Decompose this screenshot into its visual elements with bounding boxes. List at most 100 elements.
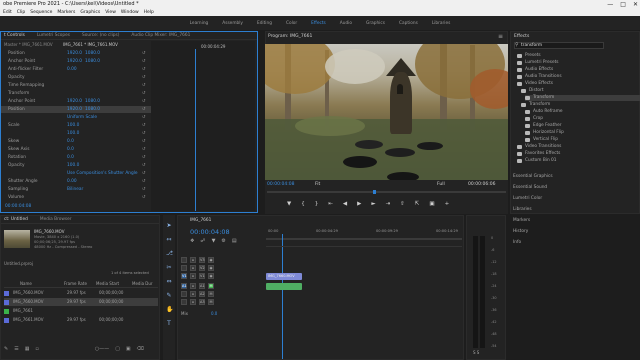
- reset-icon[interactable]: ↺: [142, 194, 146, 201]
- tab-media-browser[interactable]: Media Browser: [40, 216, 72, 223]
- timeline-playhead[interactable]: [282, 234, 283, 359]
- tab-project[interactable]: ct: Untitled: [4, 216, 28, 223]
- workspace-editing[interactable]: Editing: [257, 21, 272, 26]
- menu-edit[interactable]: Edit: [3, 9, 12, 16]
- reset-icon[interactable]: ↺: [142, 186, 146, 193]
- track-id[interactable]: V3: [199, 257, 205, 263]
- lumetri-color-tab[interactable]: Lumetri Color: [513, 196, 542, 201]
- lock-icon[interactable]: ⌂: [190, 283, 196, 289]
- param-value[interactable]: 100.0: [67, 130, 79, 137]
- add-button-icon[interactable]: +: [445, 201, 450, 207]
- param-value[interactable]: 100.0: [67, 122, 79, 129]
- effects-tree-item[interactable]: Audio Transitions: [517, 74, 562, 80]
- workspace-learning[interactable]: Learning: [190, 21, 209, 26]
- program-video-frame[interactable]: [265, 44, 508, 180]
- lock-icon[interactable]: ⌂: [190, 299, 196, 305]
- param-value[interactable]: 1920.0: [67, 98, 82, 105]
- source-patch[interactable]: [181, 299, 187, 305]
- sequence-clip-label[interactable]: IMG_7661 * IMG_7661.MOV: [63, 42, 118, 47]
- essential-graphics-tab[interactable]: Essential Graphics: [513, 174, 553, 179]
- program-title[interactable]: Program: IMG_7661: [268, 34, 312, 39]
- effect-param-row[interactable]: Position 1920.0 1080.0 ↺: [1, 50, 151, 57]
- reset-icon[interactable]: ↺: [142, 170, 146, 177]
- effects-tree-item[interactable]: Crop: [525, 116, 543, 122]
- maximize-icon[interactable]: □: [620, 1, 626, 8]
- close-icon[interactable]: ✕: [633, 1, 638, 8]
- type-tool-icon[interactable]: T: [166, 321, 172, 327]
- mute-icon[interactable]: M: [208, 291, 214, 297]
- effect-param-row[interactable]: Skew 0.0 ↺: [1, 138, 151, 145]
- wrench-icon[interactable]: ⚙: [221, 238, 225, 244]
- param-value[interactable]: 0.0: [67, 146, 74, 153]
- effects-search-input[interactable]: transform: [514, 42, 604, 49]
- effect-param-row[interactable]: Use Composition's Shutter Angle ↺: [1, 170, 151, 177]
- source-patch[interactable]: [181, 291, 187, 297]
- effects-tree-item[interactable]: Video Effects: [517, 81, 553, 87]
- source-patch[interactable]: V1: [181, 273, 187, 279]
- reset-icon[interactable]: ↺: [142, 106, 146, 113]
- razor-tool-icon[interactable]: ✂: [166, 265, 172, 271]
- param-value[interactable]: 1920.0: [67, 106, 82, 113]
- param-value[interactable]: 0.00: [67, 66, 77, 73]
- track-id[interactable]: A2: [199, 291, 205, 297]
- effects-tree-item[interactable]: Audio Effects: [517, 67, 553, 73]
- workspace-captions[interactable]: Captions: [399, 21, 418, 26]
- zoom-slider[interactable]: ○——: [95, 346, 109, 356]
- add-marker-icon[interactable]: ▼: [212, 238, 216, 244]
- markers-tab[interactable]: Markers: [513, 218, 530, 223]
- param-value[interactable]: 100.0: [67, 162, 79, 169]
- timeline-ruler[interactable]: 00:00 00:00:04:29 00:00:09:29 00:00:14:2…: [266, 229, 462, 237]
- param-value[interactable]: 0.0: [67, 138, 74, 145]
- eye-icon[interactable]: ◉: [208, 273, 214, 279]
- menu-clip[interactable]: Clip: [17, 9, 26, 16]
- reset-icon[interactable]: ↺: [142, 114, 146, 121]
- track-id[interactable]: A3: [199, 299, 205, 305]
- reset-icon[interactable]: ↺: [142, 122, 146, 129]
- effects-tree-item[interactable]: Video Transitions: [517, 144, 561, 150]
- track-header-v2[interactable]: ⌂ V2 ◉: [181, 264, 214, 272]
- effects-tree-item[interactable]: Custom Bin 01: [517, 158, 557, 164]
- workspace-color[interactable]: Color: [286, 21, 297, 26]
- marker-icon[interactable]: ▼: [287, 201, 291, 207]
- menu-view[interactable]: View: [105, 9, 116, 16]
- history-tab[interactable]: History: [513, 229, 528, 234]
- col-media-duration[interactable]: Media Dur: [132, 280, 153, 288]
- param-value[interactable]: 1080.0: [85, 58, 100, 65]
- effects-title[interactable]: Effects: [514, 34, 529, 39]
- workspace-audio[interactable]: Audio: [340, 21, 352, 26]
- step-back-icon[interactable]: ◀: [343, 201, 347, 207]
- track-id[interactable]: V2: [199, 265, 205, 271]
- project-item-row[interactable]: IMG_7660.MOV 29.97 fps 00;00;00;00: [4, 298, 158, 306]
- param-value[interactable]: Use Composition's Shutter Angle: [67, 170, 138, 177]
- trash-icon[interactable]: ⌫: [137, 346, 144, 356]
- effect-param-row[interactable]: Transform ↺: [1, 90, 151, 97]
- param-value[interactable]: 1080.0: [85, 106, 100, 113]
- mute-icon[interactable]: M: [208, 283, 214, 289]
- effect-param-row[interactable]: Anti-flicker Filter 0.00 ↺: [1, 66, 151, 73]
- timeline-tab[interactable]: IMG_7661: [190, 218, 211, 223]
- track-header-mix[interactable]: Mix 0.0: [181, 309, 217, 317]
- essential-sound-tab[interactable]: Essential Sound: [513, 185, 547, 190]
- reset-icon[interactable]: ↺: [142, 98, 146, 105]
- program-timecode[interactable]: 00:00:04:08: [267, 182, 294, 187]
- program-scrubber[interactable]: [267, 191, 506, 193]
- go-to-in-icon[interactable]: ⇤: [328, 201, 333, 207]
- export-frame-icon[interactable]: ▣: [429, 201, 434, 207]
- source-patch[interactable]: A1: [181, 283, 187, 289]
- captions-icon[interactable]: ▤: [232, 238, 237, 244]
- menu-markers[interactable]: Markers: [57, 9, 75, 16]
- param-value[interactable]: 0.0: [67, 154, 74, 161]
- mark-in-icon[interactable]: {: [301, 201, 305, 207]
- workspace-libraries[interactable]: Libraries: [432, 21, 451, 26]
- eye-icon[interactable]: ◉: [208, 265, 214, 271]
- reset-icon[interactable]: ↺: [142, 58, 146, 65]
- tab-effect-controls[interactable]: t Controls: [4, 32, 25, 39]
- project-item-row[interactable]: IMG_7661: [4, 307, 158, 315]
- col-frame-rate[interactable]: Frame Rate: [64, 280, 92, 288]
- timeline-timecode[interactable]: 00:00:04:08: [190, 228, 230, 236]
- track-header-v1[interactable]: V1 ⌂ V1 ◉: [181, 272, 214, 280]
- master-clip-label[interactable]: Master * IMG_7661.MOV: [4, 42, 53, 47]
- param-value[interactable]: 1080.0: [85, 50, 100, 57]
- effect-param-row[interactable]: Skew Axis 0.0 ↺: [1, 146, 151, 153]
- menu-icon[interactable]: ≡: [498, 33, 503, 40]
